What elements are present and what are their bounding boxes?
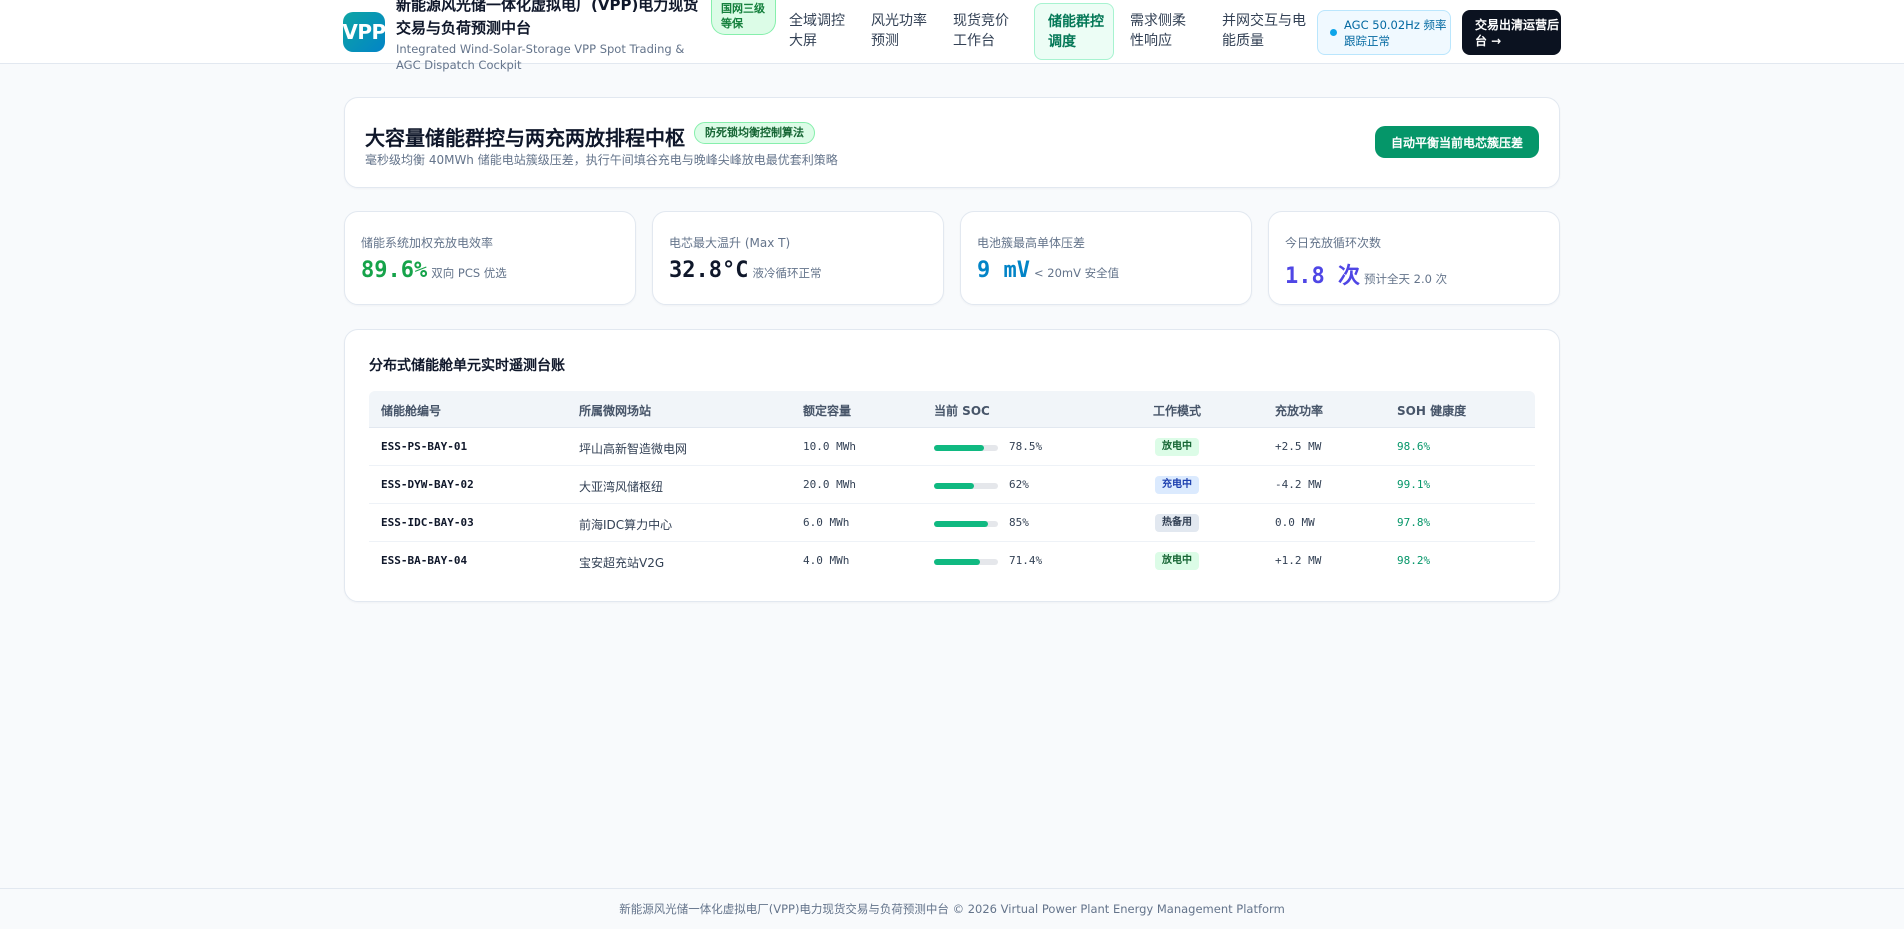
- kpi-value: 32.8°C: [669, 258, 749, 283]
- kpi-note: 双向 PCS 优选: [431, 266, 507, 280]
- cell-id: ESS-PS-BAY-01: [381, 440, 468, 453]
- soc-bar: [934, 445, 998, 451]
- cell-soh: 97.8%: [1397, 516, 1431, 529]
- cell-soh: 98.6%: [1397, 440, 1431, 453]
- mode-badge: 充电中: [1155, 476, 1199, 494]
- cell-station: 宝安超充站V2G: [579, 556, 665, 570]
- cell-station: 大亚湾风储枢纽: [579, 480, 664, 494]
- cell-id: ESS-IDC-BAY-03: [381, 516, 474, 529]
- kpi-value: 1.8 次: [1285, 264, 1360, 289]
- kpi-card-voltage-diff: 电池簇最高单体压差 9 mV < 20mV 安全值: [960, 211, 1252, 305]
- kpi-note: < 20mV 安全值: [1033, 266, 1120, 280]
- mode-badge: 放电中: [1155, 552, 1199, 570]
- status-dot-icon: [1330, 29, 1337, 36]
- trading-admin-button[interactable]: 交易出清运营后台 →: [1462, 10, 1561, 55]
- cell-soc: 85%: [1009, 516, 1029, 529]
- brand-block: 新能源风光储一体化虚拟电厂(VPP)电力现货交易与负荷预测中台 Integrat…: [396, 0, 706, 73]
- kpi-value: 89.6%: [361, 258, 428, 283]
- column-header-power: 充放功率: [1275, 404, 1324, 418]
- cell-soc: 71.4%: [1009, 554, 1043, 567]
- nav-item-grid-interaction[interactable]: 并网交互与电能质量: [1209, 3, 1309, 60]
- cell-power: +2.5 MW: [1275, 440, 1322, 453]
- algorithm-badge: 防死锁均衡控制算法: [694, 122, 815, 144]
- table-row[interactable]: ESS-BA-BAY-04 宝安超充站V2G 4.0 MWh 71.4% 放电中…: [369, 542, 1535, 580]
- cell-station: 坪山高新智造微电网: [579, 442, 688, 456]
- cell-power: 0.0 MW: [1275, 516, 1315, 529]
- kpi-note: 预计全天 2.0 次: [1363, 272, 1448, 286]
- table-row[interactable]: ESS-IDC-BAY-03 前海IDC算力中心 6.0 MWh 85% 热备用…: [369, 504, 1535, 542]
- cell-power: +1.2 MW: [1275, 554, 1322, 567]
- page-footer: 新能源风光储一体化虚拟电厂(VPP)电力现货交易与负荷预测中台 © 2026 V…: [0, 888, 1904, 929]
- mode-badge: 热备用: [1155, 514, 1199, 532]
- cell-id: ESS-DYW-BAY-02: [381, 478, 474, 491]
- soc-bar: [934, 521, 998, 527]
- soc-bar: [934, 483, 998, 489]
- soc-bar-fill: [934, 445, 985, 451]
- agc-status-badge: AGC 50.02Hz 频率跟踪正常: [1317, 10, 1451, 55]
- page-title: 大容量储能群控与两充两放排程中枢: [365, 126, 685, 150]
- page-subtitle: 毫秒级均衡 40MWh 储能电站簇级压差，执行午间填谷充电与晚峰尖峰放电最优套利…: [365, 153, 838, 167]
- brand-subtitle: Integrated Wind-Solar-Storage VPP Spot T…: [396, 42, 685, 72]
- soc-bar-fill: [934, 521, 989, 527]
- nav-item-bidding[interactable]: 现货竞价工作台: [940, 3, 1020, 60]
- kpi-label: 电池簇最高单体压差: [977, 236, 1086, 250]
- nav-item-demand-response[interactable]: 需求侧柔性响应: [1117, 3, 1197, 60]
- top-header: VPP 新能源风光储一体化虚拟电厂(VPP)电力现货交易与负荷预测中台 Inte…: [0, 0, 1904, 72]
- column-header-capacity: 额定容量: [803, 404, 852, 418]
- cell-soc: 78.5%: [1009, 440, 1043, 453]
- table-row[interactable]: ESS-DYW-BAY-02 大亚湾风储枢纽 20.0 MWh 62% 充电中 …: [369, 466, 1535, 504]
- kpi-value: 9 mV: [977, 258, 1030, 283]
- column-header-soc: 当前 SOC: [934, 404, 990, 418]
- cell-capacity: 6.0 MWh: [803, 516, 850, 529]
- table-header: 储能舱编号 所属微网场站 额定容量 当前 SOC 工作模式 充放功率 SOH 健…: [369, 391, 1535, 428]
- cell-power: -4.2 MW: [1275, 478, 1322, 491]
- soc-bar-fill: [934, 483, 974, 489]
- cell-soh: 99.1%: [1397, 478, 1431, 491]
- kpi-label: 今日充放循环次数: [1285, 236, 1382, 250]
- cell-capacity: 4.0 MWh: [803, 554, 850, 567]
- kpi-note: 液冷循环正常: [752, 266, 822, 280]
- table-title: 分布式储能舱单元实时遥测台账: [369, 358, 565, 374]
- cell-station: 前海IDC算力中心: [579, 518, 673, 532]
- kpi-label: 储能系统加权充放电效率: [361, 236, 494, 250]
- security-cert-badge: 国网三级等保: [711, 0, 776, 35]
- vpp-logo[interactable]: VPP: [342, 12, 386, 52]
- kpi-card-efficiency: 储能系统加权充放电效率 89.6% 双向 PCS 优选: [344, 211, 636, 305]
- auto-balance-button[interactable]: 自动平衡当前电芯簇压差: [1375, 126, 1539, 158]
- kpi-card-temperature: 电芯最大温升 (Max T) 32.8°C 液冷循环正常: [652, 211, 944, 305]
- kpi-card-cycles: 今日充放循环次数 1.8 次 预计全天 2.0 次: [1268, 211, 1560, 305]
- storage-telemetry-panel: 分布式储能舱单元实时遥测台账 储能舱编号 所属微网场站 额定容量 当前 SOC …: [344, 329, 1560, 602]
- hero-panel: 大容量储能群控与两充两放排程中枢 防死锁均衡控制算法 毫秒级均衡 40MWh 储…: [344, 97, 1560, 188]
- cell-soc: 62%: [1009, 478, 1029, 491]
- nav-item-forecast[interactable]: 风光功率预测: [858, 3, 938, 60]
- cell-id: ESS-BA-BAY-04: [381, 554, 468, 567]
- column-header-mode: 工作模式: [1153, 404, 1202, 418]
- soc-bar: [934, 559, 998, 565]
- cell-capacity: 20.0 MWh: [803, 478, 856, 491]
- agc-status-text: AGC 50.02Hz 频率跟踪正常: [1344, 18, 1447, 48]
- mode-badge: 放电中: [1155, 438, 1199, 456]
- column-header-soh: SOH 健康度: [1397, 404, 1467, 418]
- column-header-station: 所属微网场站: [579, 404, 652, 418]
- brand-title: 新能源风光储一体化虚拟电厂(VPP)电力现货交易与负荷预测中台: [396, 0, 699, 37]
- cell-soh: 98.2%: [1397, 554, 1431, 567]
- soc-bar-fill: [934, 559, 980, 565]
- column-header-id: 储能舱编号: [381, 404, 442, 418]
- table-row[interactable]: ESS-PS-BAY-01 坪山高新智造微电网 10.0 MWh 78.5% 放…: [369, 428, 1535, 466]
- kpi-label: 电芯最大温升 (Max T): [669, 236, 791, 250]
- nav-item-storage-dispatch[interactable]: 储能群控调度: [1034, 3, 1114, 60]
- cell-capacity: 10.0 MWh: [803, 440, 856, 453]
- nav-item-overview[interactable]: 全域调控大屏: [776, 3, 856, 60]
